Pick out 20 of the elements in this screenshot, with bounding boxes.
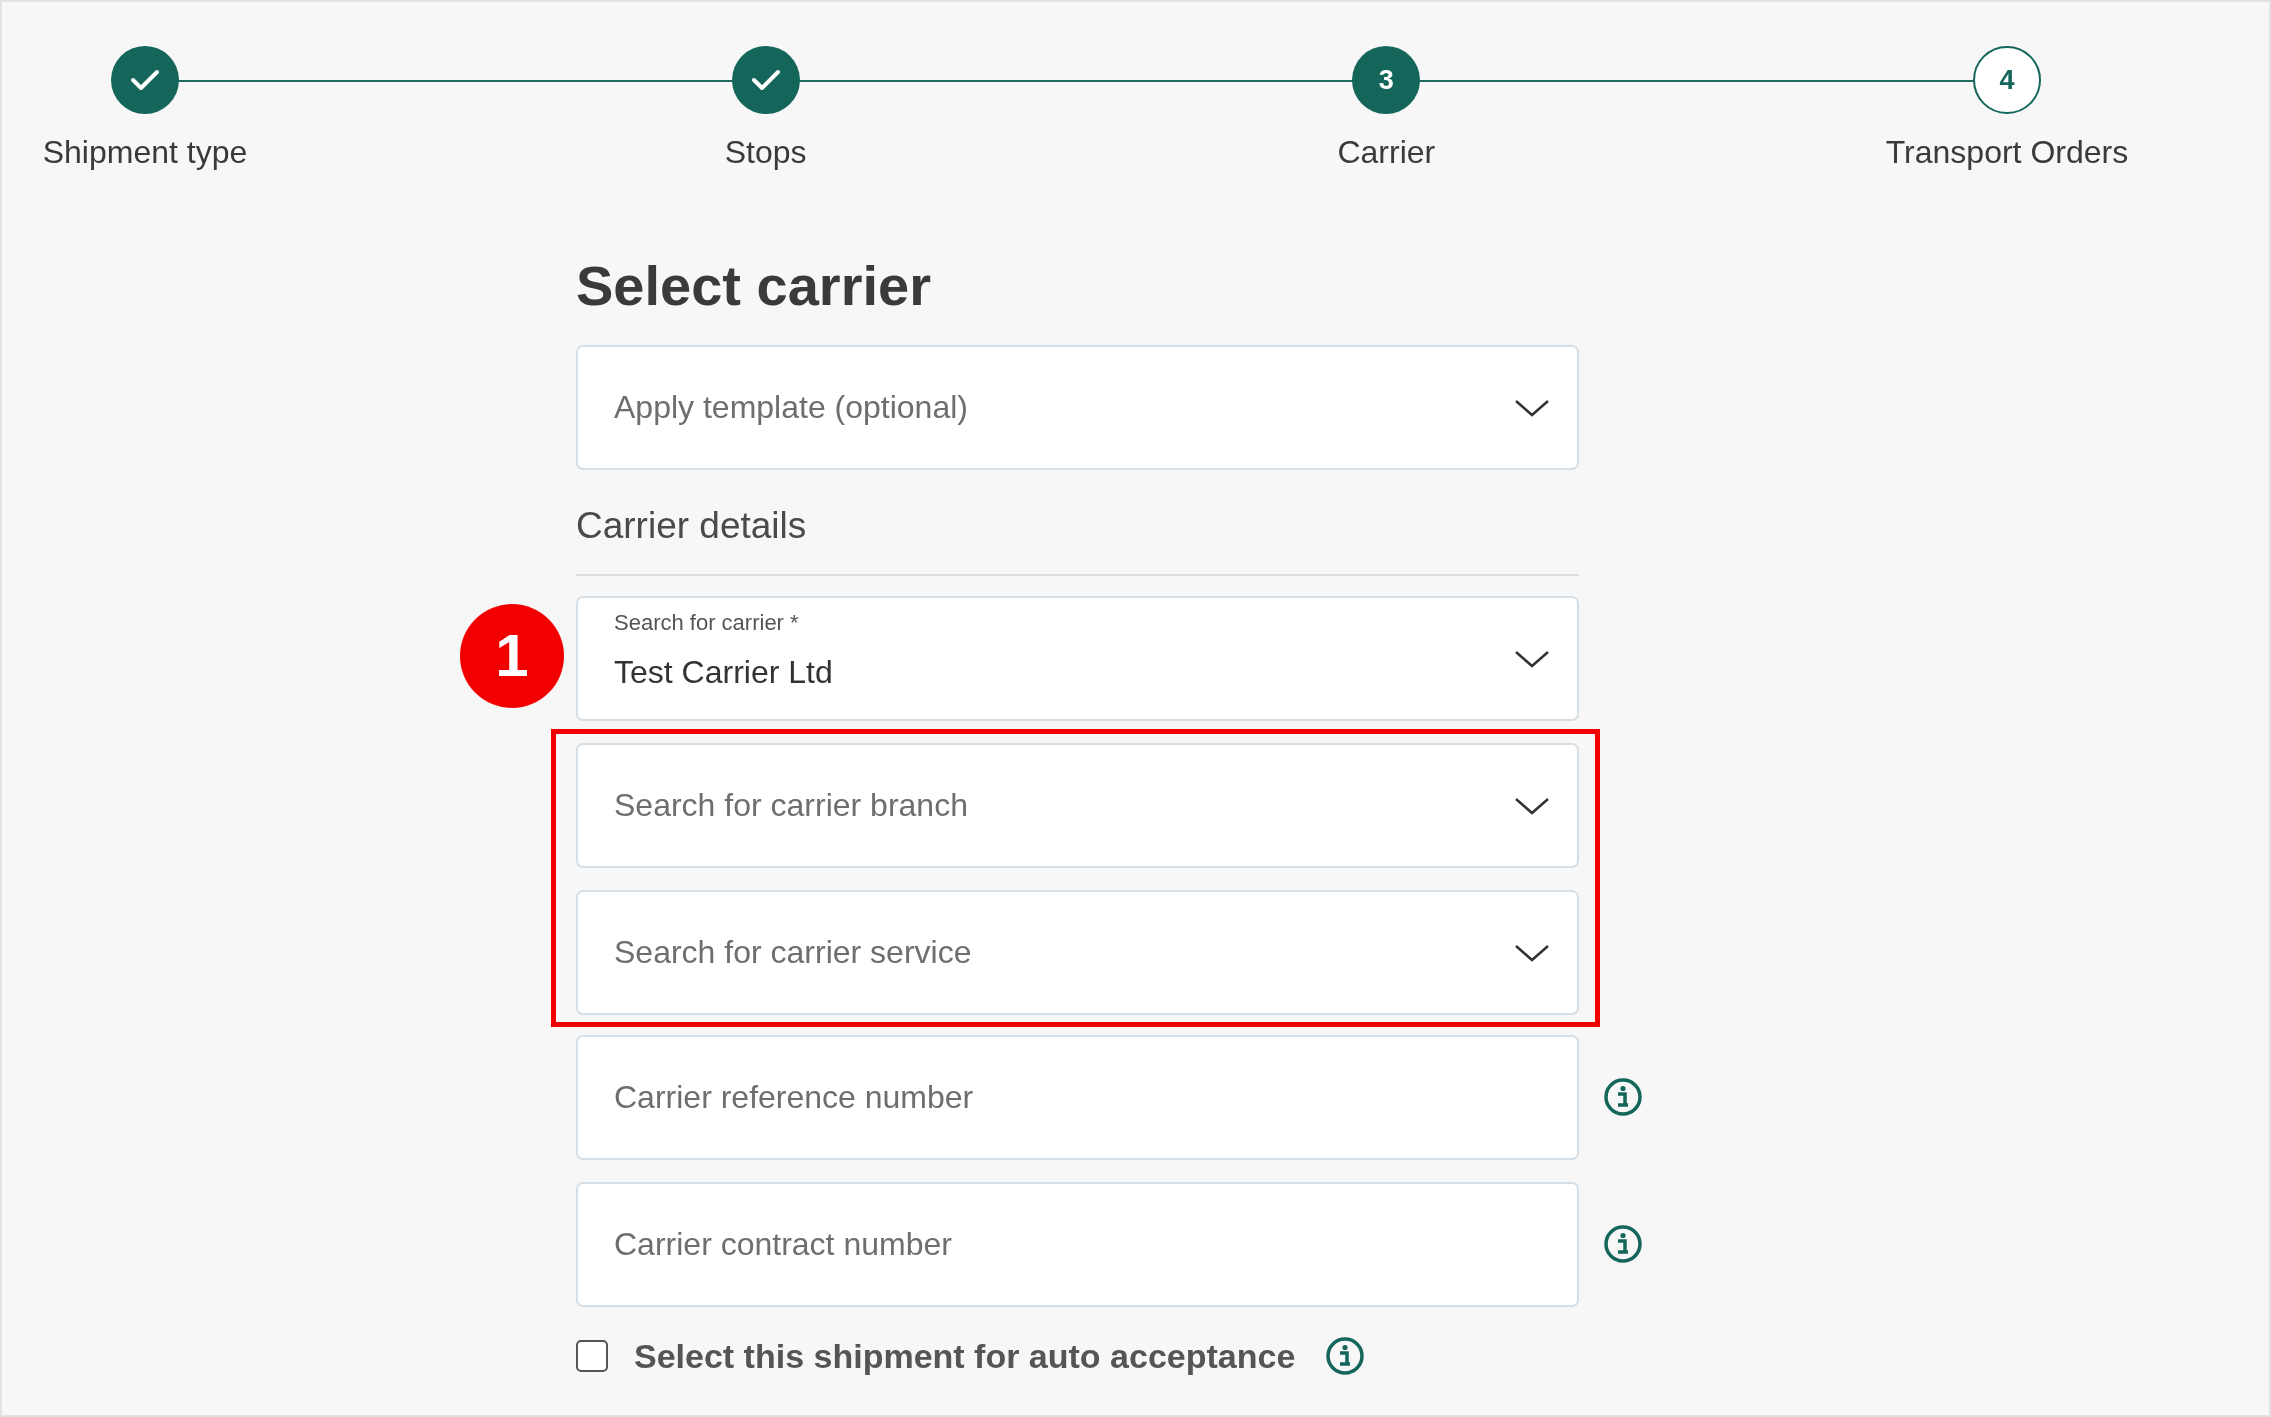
input-field[interactable]: Carrier reference number bbox=[576, 1034, 1579, 1160]
template-select[interactable]: Apply template (optional) bbox=[576, 345, 1579, 471]
page-title: Select carrier bbox=[576, 253, 932, 319]
checkbox-label: Select this shipment for auto acceptance bbox=[634, 1335, 1296, 1377]
info-icon[interactable] bbox=[1603, 1224, 1643, 1265]
info-icon[interactable] bbox=[1603, 1077, 1643, 1118]
section-heading: Carrier details bbox=[576, 504, 808, 549]
step-label: Stops bbox=[724, 133, 807, 172]
select-field[interactable]: Search for carrier branch bbox=[576, 742, 1579, 868]
info-icon[interactable] bbox=[1325, 1336, 1366, 1377]
step-label: Carrier bbox=[1337, 133, 1436, 172]
step-number: 4 bbox=[1972, 46, 2041, 114]
step-label: Shipment type bbox=[42, 133, 248, 172]
annotation-badge: 1 bbox=[460, 603, 564, 708]
floating-label: Search for carrier * bbox=[614, 608, 799, 637]
step-label: Transport Orders bbox=[1885, 133, 2129, 172]
input-field[interactable]: Carrier contract number bbox=[576, 1181, 1579, 1307]
step-number: 3 bbox=[1352, 46, 1421, 114]
select-field[interactable]: Search for carrier service bbox=[576, 889, 1579, 1015]
checkbox[interactable] bbox=[576, 1340, 608, 1373]
